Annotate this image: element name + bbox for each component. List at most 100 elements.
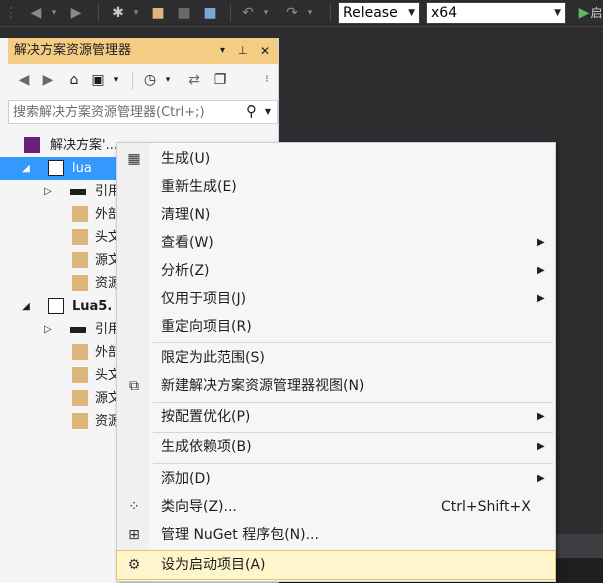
menu-item-clean[interactable]: 清理(N) (117, 201, 555, 229)
forward-icon[interactable]: ▶ (38, 70, 58, 90)
close-icon[interactable]: ✕ (260, 38, 270, 64)
tree-item-label: Lua5. (72, 299, 113, 314)
menu-item-label: 仅用于项目(J) (161, 291, 247, 307)
undo-icon[interactable]: ↶ (238, 3, 258, 23)
gear-icon: ⚙ (127, 557, 141, 573)
menu-item-label: 清理(N) (161, 207, 211, 223)
menu-item-view[interactable]: 查看(W) ▶ (117, 229, 555, 257)
sync-icon[interactable]: ⇄ (184, 70, 204, 90)
chevron-down-icon: ▼ (554, 8, 561, 18)
redo-icon[interactable]: ↷ (282, 3, 302, 23)
submenu-arrow-icon: ▶ (537, 473, 545, 484)
switch-views-icon[interactable]: ▣ (88, 70, 108, 90)
undo-dropdown-icon[interactable]: ▾ (256, 3, 276, 23)
menu-item-label: 新建解决方案资源管理器视图(N) (161, 378, 365, 394)
pending-changes-icon[interactable]: ◷ (140, 70, 160, 90)
menu-item-label: 生成依赖项(B) (161, 439, 252, 455)
folder-icon (72, 367, 88, 383)
configuration-value: Release (343, 5, 398, 21)
menu-item-label: 添加(D) (161, 471, 211, 487)
folder-icon (72, 413, 88, 429)
search-options-icon[interactable]: ▼ (265, 107, 271, 116)
menu-item-add[interactable]: 添加(D) ▶ (117, 465, 555, 493)
expander-icon[interactable]: ▷ (42, 318, 54, 341)
forward-icon[interactable]: ▶ (66, 3, 86, 23)
submenu-arrow-icon: ▶ (537, 441, 545, 452)
collapse-all-icon[interactable]: ❐ (210, 70, 230, 90)
tree-item-label: lua (72, 161, 92, 176)
class-wizard-icon: ⁘ (128, 499, 140, 515)
menu-item-label: 限定为此范围(S) (161, 350, 265, 366)
folder-icon (72, 390, 88, 406)
references-icon (70, 189, 86, 195)
solution-icon (24, 137, 40, 153)
menu-item-pgo[interactable]: 按配置优化(P) ▶ (117, 403, 555, 431)
back-icon[interactable]: ◀ (26, 3, 46, 23)
menu-item-manage-nuget[interactable]: ⊞ 管理 NuGet 程序包(N)... (117, 521, 555, 549)
menu-item-rebuild[interactable]: 重新生成(E) (117, 173, 555, 201)
build-icon: ▦ (127, 151, 141, 167)
tree-item-label: 解决方案'... (50, 138, 118, 153)
chevron-down-icon: ▼ (408, 8, 415, 18)
submenu-arrow-icon: ▶ (537, 237, 545, 248)
more-icon[interactable]: ⁝ (262, 70, 272, 90)
home-icon[interactable]: ⌂ (64, 70, 84, 90)
switch-views-dropdown-icon[interactable]: ▾ (106, 70, 126, 90)
new-item-dropdown-icon[interactable]: ▾ (126, 3, 146, 23)
toolbar-separator (330, 4, 331, 22)
expander-icon[interactable]: ◢ (20, 157, 32, 180)
menu-item-class-wizard[interactable]: ⁘ 类向导(Z)... Ctrl+Shift+X (117, 493, 555, 521)
folder-icon (72, 344, 88, 360)
pending-changes-dropdown-icon[interactable]: ▾ (158, 70, 178, 90)
menu-item-label: 生成(U) (161, 151, 211, 167)
menu-item-retarget-project[interactable]: 重定向项目(R) (117, 313, 555, 341)
configuration-select[interactable]: Release ▼ (338, 2, 420, 24)
platform-select[interactable]: x64 ▼ (426, 2, 566, 24)
pane-toolbar: ◀ ▶ ⌂ ▣ ▾ ◷ ▾ ⇄ ❐ ⁝ (8, 66, 278, 94)
pane-title: 解决方案资源管理器 (14, 43, 132, 58)
project-icon (48, 298, 64, 314)
pane-options-icon[interactable]: ▾ (220, 38, 225, 64)
menu-item-project-only[interactable]: 仅用于项目(J) ▶ (117, 285, 555, 313)
folder-icon (72, 252, 88, 268)
toolbar-separator (98, 4, 99, 22)
redo-dropdown-icon[interactable]: ▾ (300, 3, 320, 23)
project-icon (48, 160, 64, 176)
start-label[interactable]: 启 (590, 3, 603, 23)
pane-title-bar: 解决方案资源管理器 ▾ ⊥ ✕ (8, 38, 278, 64)
menu-separator (153, 342, 553, 343)
nuget-icon: ⊞ (128, 527, 140, 543)
menu-item-label: 按配置优化(P) (161, 409, 251, 425)
back-icon[interactable]: ◀ (14, 70, 34, 90)
project-context-menu: ▦ 生成(U) 重新生成(E) 清理(N) 查看(W) ▶ 分析(Z) ▶ 仅用… (116, 142, 556, 582)
menu-item-label: 分析(Z) (161, 263, 210, 279)
menu-item-analyze[interactable]: 分析(Z) ▶ (117, 257, 555, 285)
dropdown-arrow-icon[interactable]: ▾ (44, 3, 64, 23)
toolbar-separator (132, 72, 133, 90)
menu-item-build-dependencies[interactable]: 生成依赖项(B) ▶ (117, 433, 555, 461)
menu-item-new-explorer-view[interactable]: ⧉ 新建解决方案资源管理器视图(N) (117, 372, 555, 400)
drag-handle-icon[interactable]: ⋮ (4, 3, 18, 23)
open-folder-icon[interactable]: ■ (148, 3, 168, 23)
status-tab (552, 534, 603, 558)
folder-icon (72, 229, 88, 245)
expander-icon[interactable]: ▷ (42, 180, 54, 203)
menu-item-label: 类向导(Z)... (161, 499, 237, 515)
save-icon[interactable]: ■ (174, 3, 194, 23)
expander-icon[interactable]: ◢ (20, 295, 32, 318)
toolbar-separator (230, 4, 231, 22)
search-icon[interactable]: ⚲ (246, 102, 257, 120)
new-item-icon[interactable]: ✱ (108, 3, 128, 23)
pin-icon[interactable]: ⊥ (238, 38, 248, 64)
search-input[interactable] (9, 101, 242, 123)
submenu-arrow-icon: ▶ (537, 265, 545, 276)
menu-item-label: 重定向项目(R) (161, 319, 252, 335)
search-box[interactable]: ⚲ ▼ (8, 100, 278, 124)
save-all-icon[interactable]: ■ (200, 3, 220, 23)
menu-item-label: 管理 NuGet 程序包(N)... (161, 527, 319, 543)
references-icon (70, 327, 86, 333)
menu-item-set-as-startup[interactable]: ⚙ 设为启动项目(A) (116, 550, 556, 580)
menu-separator (153, 463, 553, 464)
menu-item-scope-to-this[interactable]: 限定为此范围(S) (117, 344, 555, 372)
menu-item-build[interactable]: ▦ 生成(U) (117, 145, 555, 173)
